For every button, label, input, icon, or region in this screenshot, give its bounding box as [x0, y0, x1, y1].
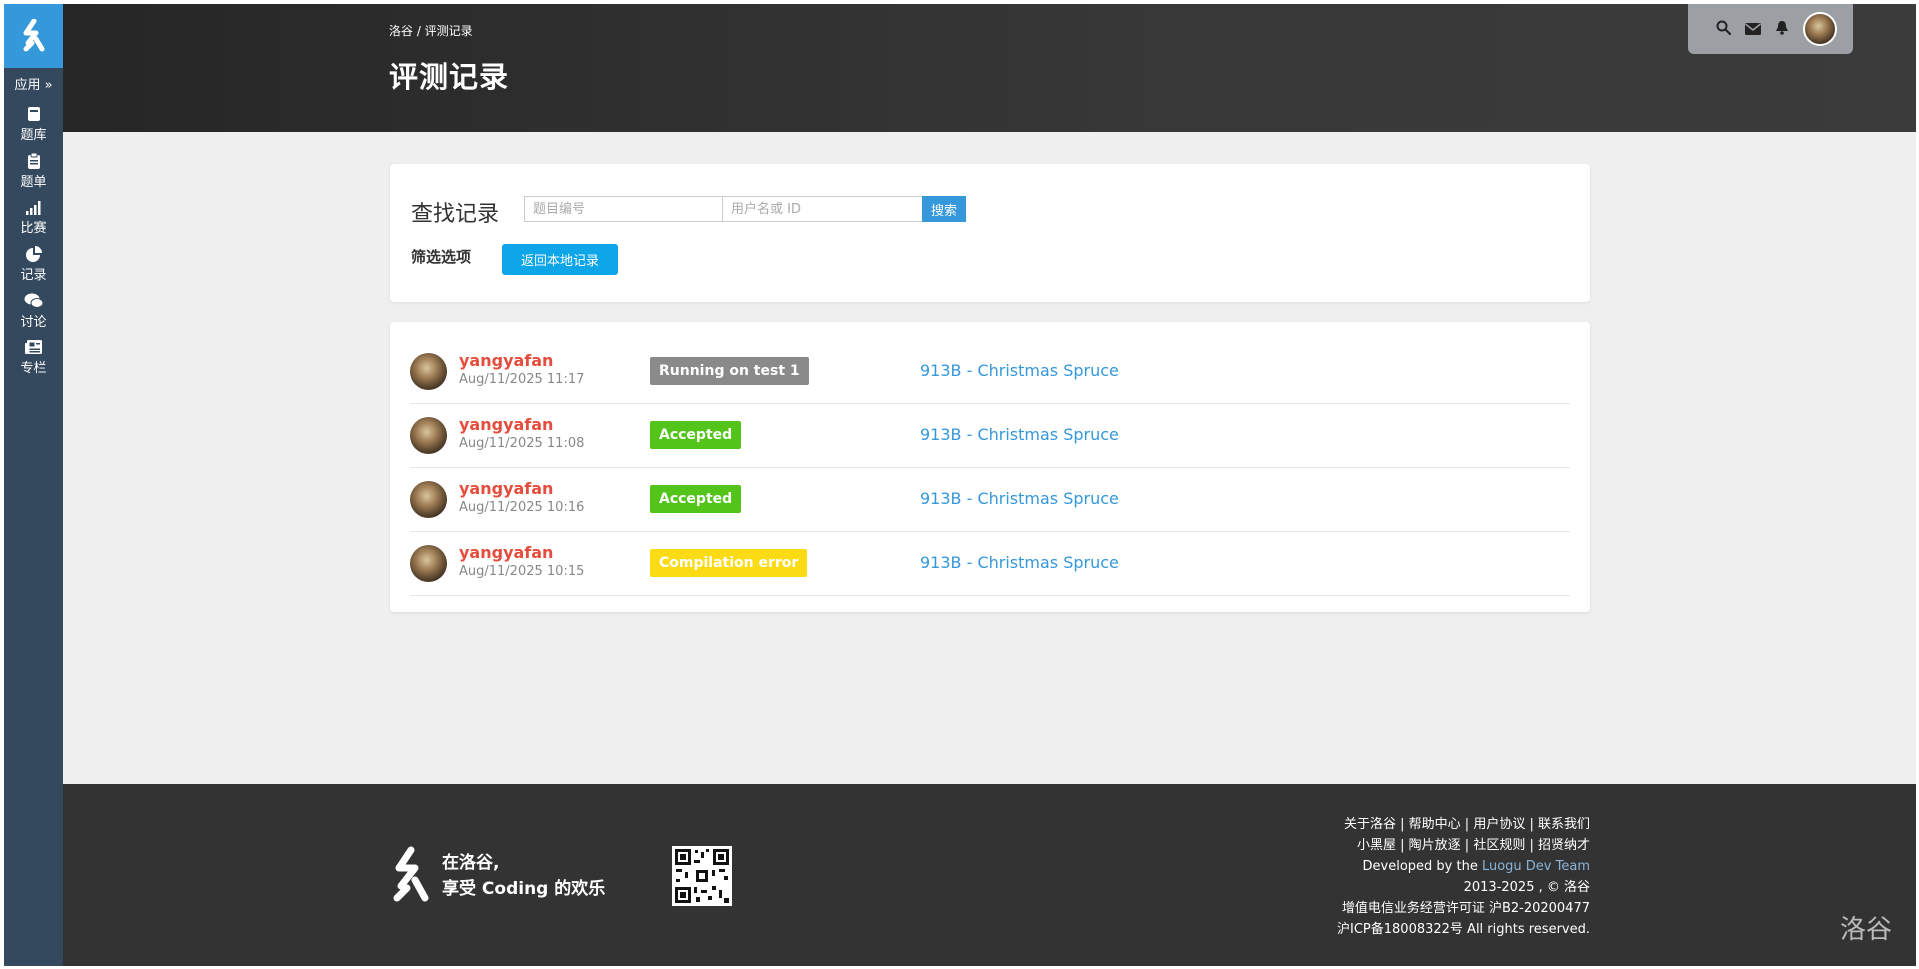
- status-badge[interactable]: Accepted: [650, 421, 742, 449]
- footer-corner-watermark: 洛谷: [1839, 915, 1892, 945]
- sidebar-item-blog[interactable]: 专栏: [4, 337, 63, 387]
- footer-developed-label: Developed by the: [1362, 859, 1478, 874]
- sidebar-item-problems[interactable]: 题库: [4, 104, 63, 154]
- footer-link-agreement[interactable]: 用户协议: [1473, 817, 1525, 832]
- sidebar-item-label: 题单: [20, 175, 47, 190]
- search-card: 查找记录 搜索 筛选选项 返回本地记录: [390, 164, 1590, 302]
- avatar[interactable]: [410, 417, 447, 454]
- sidebar-item-label: 比赛: [20, 221, 47, 236]
- signal-bars-icon: [4, 197, 63, 221]
- footer-developed-by: Developed by the Luogu Dev Team: [1337, 856, 1590, 877]
- footer-link-about[interactable]: 关于洛谷: [1344, 817, 1396, 832]
- footer-license[interactable]: 增值电信业务经营许可证 沪B2-20200477: [1337, 898, 1590, 919]
- record-problem-link[interactable]: 913B - Christmas Spruce: [920, 425, 1119, 444]
- sidebar-item-label: 讨论: [20, 315, 47, 330]
- user-input[interactable]: [722, 196, 923, 222]
- record-username[interactable]: yangyafan: [459, 351, 553, 370]
- table-row: yangyafan Aug/11/2025 11:08 Accepted 913…: [410, 404, 1570, 468]
- search-title: 查找记录: [411, 202, 500, 227]
- record-time: Aug/11/2025 10:15: [459, 564, 585, 579]
- avatar[interactable]: [410, 353, 447, 390]
- table-row: yangyafan Aug/11/2025 10:15 Compilation …: [410, 532, 1570, 596]
- record-problem-link[interactable]: 913B - Christmas Spruce: [920, 361, 1119, 380]
- sidebar-item-label: 专栏: [20, 361, 47, 376]
- footer-copyright: 2013-2025 , © 洛谷: [1463, 880, 1590, 895]
- footer-team-link[interactable]: Luogu Dev Team: [1482, 859, 1590, 874]
- sidebar: 应用 » 题库 题单 比赛 记录 讨论 专栏: [4, 4, 63, 966]
- table-row: yangyafan Aug/11/2025 10:16 Accepted 913…: [410, 468, 1570, 532]
- book-icon: [4, 104, 63, 128]
- footer: 在洛谷, 享受 Coding 的欢乐 关于洛谷 | 帮助中心 | 用户协议 |: [63, 784, 1916, 966]
- footer-links: 关于洛谷 | 帮助中心 | 用户协议 | 联系我们 小黑屋 | 陶片放逐 | 社…: [1337, 814, 1590, 940]
- sidebar-item-records[interactable]: 记录: [4, 244, 63, 294]
- page-header: 洛谷 / 评测记录 评测记录: [63, 4, 1916, 132]
- record-time: Aug/11/2025 11:08: [459, 436, 585, 451]
- mail-icon[interactable]: [1745, 20, 1761, 39]
- search-button[interactable]: 搜索: [922, 196, 966, 222]
- search-icon[interactable]: [1716, 20, 1732, 39]
- bell-icon[interactable]: [1775, 20, 1789, 39]
- table-row: yangyafan Aug/11/2025 11:17 Running on t…: [410, 340, 1570, 404]
- breadcrumb[interactable]: 洛谷 / 评测记录: [389, 22, 473, 39]
- sidebar-item-discuss[interactable]: 讨论: [4, 291, 63, 341]
- footer-slogan: 在洛谷, 享受 Coding 的欢乐: [442, 850, 605, 902]
- luogu-logo-icon: [23, 19, 44, 52]
- status-badge[interactable]: Accepted: [650, 485, 742, 513]
- clipboard-icon: [4, 151, 63, 175]
- sidebar-item-training[interactable]: 题单: [4, 151, 63, 201]
- apps-toggle[interactable]: 应用 »: [4, 74, 63, 93]
- footer-link-contact[interactable]: 联系我们: [1538, 817, 1590, 832]
- luogu-logo[interactable]: [4, 4, 63, 68]
- footer-slogan-line1: 在洛谷,: [442, 853, 500, 873]
- sidebar-item-contest[interactable]: 比赛: [4, 197, 63, 247]
- footer-icp[interactable]: 沪ICP备18008322号 All rights reserved.: [1337, 919, 1590, 940]
- record-problem-link[interactable]: 913B - Christmas Spruce: [920, 489, 1119, 508]
- comments-icon: [4, 291, 63, 315]
- sidebar-item-label: 题库: [20, 128, 47, 143]
- page-title: 评测记录: [389, 60, 510, 94]
- newspaper-icon: [4, 337, 63, 361]
- qr-code: [672, 846, 732, 906]
- footer-link-help[interactable]: 帮助中心: [1409, 817, 1461, 832]
- pie-chart-icon: [4, 244, 63, 268]
- avatar[interactable]: [410, 481, 447, 518]
- record-time: Aug/11/2025 11:17: [459, 372, 585, 387]
- filter-label: 筛选选项: [411, 248, 472, 266]
- status-badge[interactable]: Compilation error: [650, 549, 808, 577]
- footer-link-blacklist[interactable]: 小黑屋: [1357, 838, 1396, 853]
- footer-link-rules[interactable]: 社区规则: [1473, 838, 1525, 853]
- avatar[interactable]: [410, 545, 447, 582]
- footer-slogan-line2: 享受 Coding 的欢乐: [442, 879, 606, 899]
- footer-links-row2: 小黑屋 | 陶片放逐 | 社区规则 | 招贤纳才: [1356, 838, 1590, 853]
- status-badge[interactable]: Running on test 1: [650, 357, 809, 385]
- sidebar-item-label: 记录: [20, 268, 47, 283]
- footer-links-row1: 关于洛谷 | 帮助中心 | 用户协议 | 联系我们: [1343, 817, 1590, 832]
- user-toolbar: [1688, 4, 1853, 54]
- record-username[interactable]: yangyafan: [459, 479, 553, 498]
- record-username[interactable]: yangyafan: [459, 543, 553, 562]
- footer-link-ostracism[interactable]: 陶片放逐: [1409, 838, 1461, 853]
- record-username[interactable]: yangyafan: [459, 415, 553, 434]
- records-card: yangyafan Aug/11/2025 11:17 Running on t…: [390, 322, 1590, 612]
- footer-logo-icon: [389, 846, 433, 908]
- problem-id-input[interactable]: [524, 196, 723, 222]
- app-frame: 应用 » 题库 题单 比赛 记录 讨论 专栏 洛谷 / 评测记录 评测记录 查找…: [4, 4, 1916, 966]
- footer-link-jobs[interactable]: 招贤纳才: [1538, 838, 1590, 853]
- back-to-local-records-button[interactable]: 返回本地记录: [502, 244, 618, 275]
- record-time: Aug/11/2025 10:16: [459, 500, 585, 515]
- record-problem-link[interactable]: 913B - Christmas Spruce: [920, 553, 1119, 572]
- user-avatar[interactable]: [1803, 12, 1837, 46]
